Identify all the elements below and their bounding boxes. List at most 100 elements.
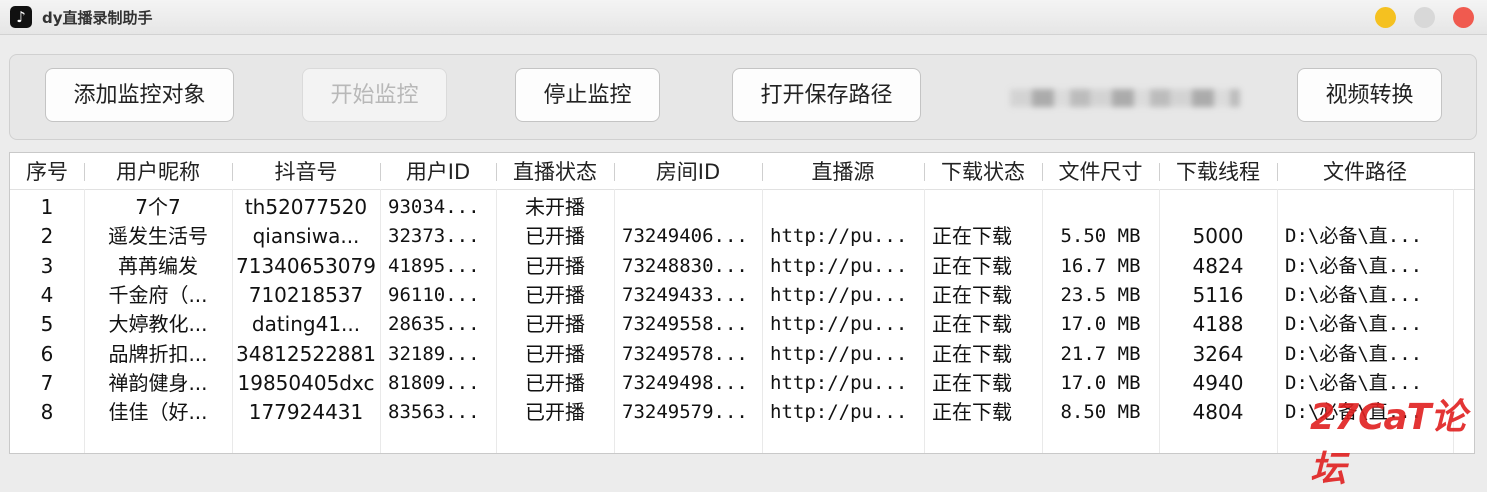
close-button[interactable] [1453,7,1474,28]
table-cell: 已开播 [525,400,585,425]
table-cell: 已开播 [525,253,585,278]
column-header[interactable]: 文件尺寸 [1042,153,1159,189]
column-header[interactable]: 序号 [10,153,84,189]
table-cell: 96110... [388,283,480,306]
table-cell: 73249578... [622,342,748,365]
table-cell: 71340653079 [236,253,376,278]
minimize-button[interactable] [1375,7,1396,28]
table-cell: http://pu... [770,254,908,277]
table-cell: 7个7 [135,195,181,219]
title-bar: ♪ dy直播录制助手 [0,0,1487,35]
column-separator[interactable] [380,163,381,181]
table-row[interactable]: 8 佳佳（好... 177924431 83563... 已开播 73249579... h… [10,397,1474,426]
table-cell: D:\必备\直... [1285,342,1423,365]
column-separator[interactable] [924,163,925,181]
table-cell: 34812522881 [236,341,376,366]
table-cell: 未开播 [525,195,585,219]
window-title: dy直播录制助手 [42,9,153,27]
table-cell: 93034... [388,196,480,218]
table-cell: 21.7 MB [1060,342,1141,365]
table-cell: 73249498... [622,371,748,394]
table-header: 序号 用户昵称 抖音号 用户ID 直播状态 房间ID 直播源 下载状态 文件尺寸 下载线程 文件路径 [10,153,1474,190]
table-cell: http://pu... [770,342,908,365]
table-cell: 73249433... [622,283,748,306]
table-cell: 4804 [1192,400,1244,425]
table-cell: http://pu... [770,313,908,336]
column-separator[interactable] [232,163,233,181]
table-cell: 已开播 [525,341,585,366]
column-separator[interactable] [1159,163,1160,181]
table-cell: qiansiwa... [252,224,360,249]
table-cell: 4 [40,282,54,307]
column-header[interactable]: 抖音号 [232,153,380,189]
table-cell: 81809... [388,371,480,394]
table-cell: 4824 [1192,253,1244,278]
table-cell: 23.5 MB [1060,283,1141,306]
column-header[interactable]: 下载线程 [1159,153,1277,189]
table-cell: 大婷教化... [108,312,208,337]
table-cell [770,192,924,221]
table-cell: 苒苒编发 [118,253,198,278]
column-separator[interactable] [1042,163,1043,181]
table-cell: 千金府（... [108,282,208,307]
table-cell: http://pu... [770,371,908,394]
table-cell: 16.7 MB [1060,254,1141,277]
table-cell: 2 [40,224,54,249]
column-separator[interactable] [496,163,497,181]
table-cell: 177924431 [248,400,364,425]
table-cell [932,192,1042,221]
table-cell [1285,192,1453,221]
video-convert-button[interactable]: 视频转换 [1297,68,1442,122]
maximize-button[interactable] [1414,7,1435,28]
table-cell: 1 [40,195,54,219]
column-header[interactable]: 直播源 [762,153,924,189]
table-cell: D:\必备\直... [1285,283,1423,306]
start-monitor-button[interactable]: 开始监控 [302,68,447,122]
table-row[interactable]: 2 遥发生活号 qiansiwa... 32373... 已开播 73249406... h… [10,221,1474,250]
table-cell: 4188 [1192,312,1244,337]
table-cell: 3264 [1192,341,1244,366]
table-cell: http://pu... [770,225,908,248]
column-header[interactable]: 直播状态 [496,153,614,189]
table-row[interactable]: 6 品牌折扣... 34812522881 32189... 已开播 73249578..… [10,339,1474,368]
table-cell: 28635... [388,313,480,336]
table-cell: 32189... [388,342,480,365]
open-save-path-button[interactable]: 打开保存路径 [732,68,921,122]
column-separator[interactable] [84,163,85,181]
table-cell: 正在下载 [932,312,1012,337]
table-cell: 710218537 [248,282,364,307]
table-cell: D:\必备\直... [1285,313,1423,336]
table-cell: 正在下载 [932,370,1012,395]
table-cell: http://pu... [770,401,908,424]
table-row[interactable]: 7 禅韵健身... 19850405dxc 81809... 已开播 73249498..… [10,368,1474,397]
table-row[interactable]: 3 苒苒编发 71340653079 41895... 已开播 73248830... ht… [10,251,1474,280]
column-separator[interactable] [762,163,763,181]
tiktok-icon: ♪ [10,6,32,28]
table-row[interactable]: 5 大婷教化... dating41... 28635... 已开播 73249558..… [10,309,1474,338]
table-cell: 正在下载 [932,224,1012,249]
add-monitor-button[interactable]: 添加监控对象 [45,68,234,122]
column-header[interactable]: 房间ID [614,153,762,189]
table-row[interactable]: 1 7个7 th52077520 93034... 未开播 [10,192,1474,221]
table-row[interactable]: 4 千金府（... 710218537 96110... 已开播 73249433... h… [10,280,1474,309]
column-header[interactable]: 下载状态 [924,153,1042,189]
table-cell: 正在下载 [932,400,1012,425]
table-cell [1159,192,1277,221]
table-cell: dating41... [251,312,361,337]
table-cell: 8 [40,400,54,425]
table-cell: 7 [40,370,54,395]
column-separator[interactable] [614,163,615,181]
column-header[interactable]: 用户ID [380,153,496,189]
table-cell: 遥发生活号 [108,224,208,249]
table-cell [1042,192,1159,221]
table-cell [622,192,762,221]
table-cell: 已开播 [525,312,585,337]
stop-monitor-button[interactable]: 停止监控 [515,68,660,122]
column-header[interactable]: 文件路径 [1277,153,1453,189]
table-cell: 5.50 MB [1060,225,1141,248]
table-cell: 32373... [388,225,480,248]
table-cell: 19850405dxc [237,370,375,395]
table-cell: 已开播 [525,282,585,307]
column-header[interactable]: 用户昵称 [84,153,232,189]
column-separator[interactable] [1277,163,1278,181]
